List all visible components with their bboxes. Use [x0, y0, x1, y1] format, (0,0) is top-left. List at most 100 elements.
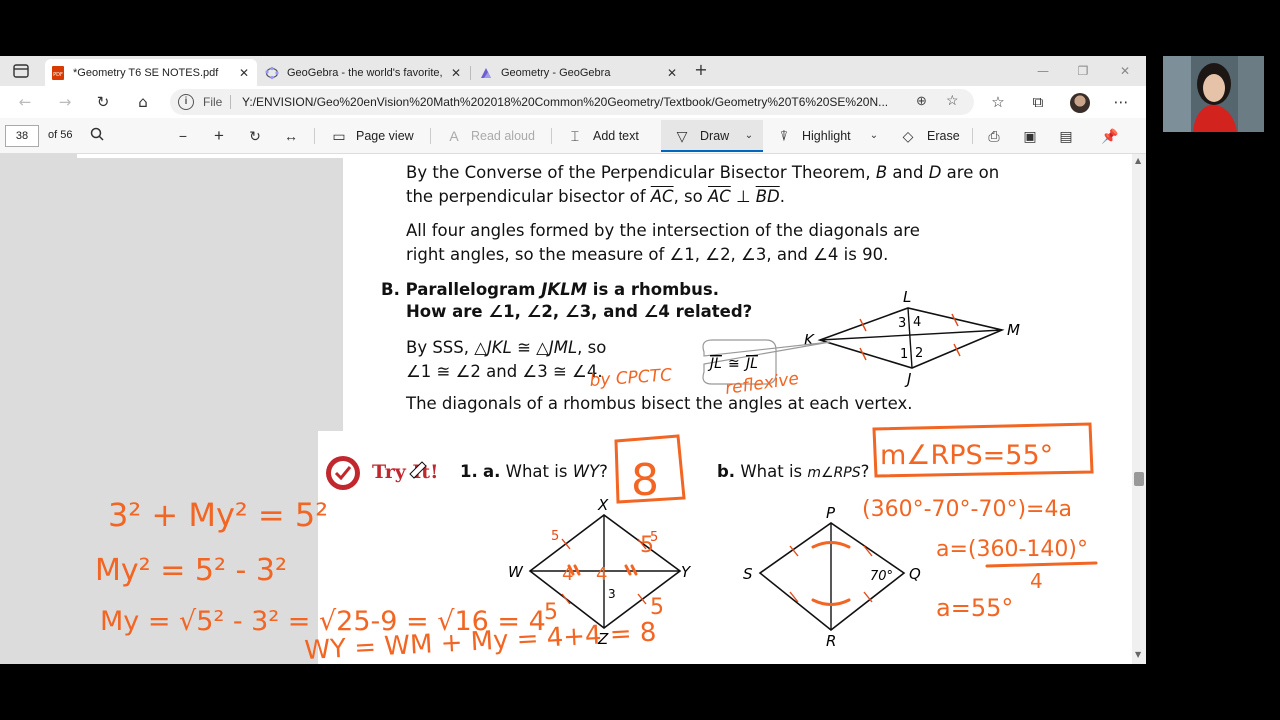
tab-geogebra[interactable]: GeoGebra - the world's favorite, ✕ [259, 59, 469, 86]
new-tab-icon[interactable]: + [692, 61, 710, 79]
tab-actions-icon[interactable] [10, 61, 32, 81]
add-text-icon[interactable]: ⌶ [566, 127, 584, 145]
add-favorite-icon[interactable]: ☆ [946, 92, 959, 109]
vertex-label-w: W [508, 563, 524, 581]
screen: PDF *Geometry T6 SE NOTES.pdf ✕ GeoGebra… [0, 0, 1280, 720]
page-view-icon[interactable]: ▭ [330, 127, 348, 145]
more-menu-icon[interactable]: ⋯ [1112, 93, 1130, 111]
vertical-scrollbar[interactable]: ▲ ▼ [1132, 154, 1146, 664]
zoom-out-icon[interactable]: − [174, 127, 192, 145]
fit-page-icon[interactable]: ↔ [282, 127, 300, 145]
home-icon[interactable]: ⌂ [134, 93, 152, 111]
refresh-icon[interactable]: ↻ [94, 93, 112, 111]
save-as-icon[interactable]: ▤ [1057, 127, 1075, 145]
erase-button[interactable]: Erase [927, 129, 960, 143]
tab-geometry-geogebra[interactable]: Geometry - GeoGebra ✕ [473, 59, 685, 86]
side-label-5: 5 [551, 529, 559, 544]
page-total: of 56 [48, 129, 73, 141]
ink-rps-eq2-denominator: 4 [1030, 569, 1043, 593]
highlight-button[interactable]: Highlight [802, 129, 851, 143]
maximize-icon[interactable]: ❐ [1068, 60, 1098, 82]
ink-rps-eq3: a=55° [936, 594, 1013, 622]
callout-congruent: ≅ [728, 356, 740, 372]
webcam-feed [1163, 56, 1264, 132]
close-tab-icon[interactable]: ✕ [665, 66, 679, 80]
tab-divider [470, 66, 471, 80]
vertex-label-x: X [597, 496, 609, 514]
page-view-button[interactable]: Page view [356, 129, 414, 143]
tab-title: GeoGebra - the world's favorite, [287, 66, 443, 79]
ink-rps-eq2: a=(360-140)° [936, 537, 1088, 562]
angle-label-70: 70° [870, 569, 893, 584]
vertex-label-s: S [743, 565, 753, 583]
tab-title: Geometry - GeoGebra [501, 66, 611, 79]
minimize-icon[interactable]: — [1028, 60, 1058, 82]
highlight-icon[interactable]: ⍒ [775, 127, 793, 145]
angle-label-2: 2 [915, 346, 923, 361]
search-icon[interactable] [88, 127, 106, 145]
ink-hash-4a: 4 [562, 564, 573, 585]
close-tab-icon[interactable]: ✕ [237, 66, 251, 80]
geogebra-icon [265, 66, 279, 80]
close-window-icon[interactable]: ✕ [1110, 60, 1140, 82]
url-scheme: File [203, 95, 223, 109]
pdf-toolbar: 38 of 56 − + ↻ ↔ ▭ Page view A Read alou… [0, 118, 1146, 154]
chevron-down-icon[interactable]: ⌄ [740, 127, 758, 145]
callout-jl-1: JL [707, 356, 722, 372]
geogebra-geometry-icon [479, 66, 493, 80]
back-icon[interactable]: ← [16, 93, 34, 111]
vertex-label-l: L [903, 288, 911, 306]
print-icon[interactable]: ⎙ [985, 127, 1003, 145]
vertex-label-j: J [904, 370, 911, 388]
toolbar-divider [551, 128, 552, 144]
ink-eq1: 3² + My² = 5² [108, 496, 328, 534]
scroll-down-icon[interactable]: ▼ [1135, 650, 1141, 659]
pdf-icon: PDF [51, 65, 65, 80]
scroll-up-icon[interactable]: ▲ [1135, 156, 1141, 165]
read-aloud-icon[interactable]: A [445, 127, 463, 145]
url-text: Y:/ENVISION/Geo%20enVision%20Math%202018… [242, 95, 889, 109]
pen-cursor-icon [409, 461, 427, 479]
ink-eq2: My² = 5² - 3² [95, 553, 287, 588]
omnibox-divider [230, 95, 231, 109]
page-number-input[interactable]: 38 [5, 125, 39, 147]
info-icon[interactable]: i [178, 94, 194, 110]
toolbar-divider [972, 128, 973, 144]
rotate-icon[interactable]: ↻ [246, 127, 264, 145]
add-text-button[interactable]: Add text [593, 129, 639, 143]
address-input[interactable]: i File Y:/ENVISION/Geo%20enVision%20Math… [170, 89, 974, 115]
pdf-viewer: ▲ ▼ By the Converse of the Perpendicular… [0, 154, 1146, 664]
angle-label-4: 4 [913, 315, 921, 330]
vertex-label-q: Q [909, 565, 921, 583]
toolbar-divider [314, 128, 315, 144]
read-aloud-button[interactable]: Read aloud [471, 129, 535, 143]
draw-pen-icon: ▽ [676, 128, 688, 144]
zoom-icon[interactable]: ⊕ [916, 93, 927, 109]
rhombus-jklm: L K M J 3 4 1 2 [804, 288, 1020, 388]
forward-icon[interactable]: → [56, 93, 74, 111]
collections-icon[interactable]: ⧉ [1029, 93, 1047, 111]
vertex-label-m: M [1007, 321, 1020, 339]
address-bar-row: ← → ↻ ⌂ i File Y:/ENVISION/Geo%20enVisio… [0, 86, 1146, 118]
tab-strip: PDF *Geometry T6 SE NOTES.pdf ✕ GeoGebra… [0, 56, 1146, 86]
ink-5-bottom-left: 5 [544, 600, 558, 625]
favorites-icon[interactable]: ☆ [989, 93, 1007, 111]
vertex-label-p: P [826, 504, 836, 522]
svg-text:PDF: PDF [53, 72, 63, 78]
eraser-icon[interactable]: ◇ [899, 127, 917, 145]
ink-5-right: 5 [640, 533, 654, 558]
pin-icon[interactable]: 📌 [1101, 127, 1119, 145]
zoom-in-icon[interactable]: + [210, 127, 228, 145]
toolbar-divider [430, 128, 431, 144]
save-icon[interactable]: ▣ [1021, 127, 1039, 145]
diagram-and-ink-layer: L K M J 3 4 1 2 JL ≅ JL X W Y Z 5 5 3 P … [95, 288, 1098, 664]
segment-label-3: 3 [608, 587, 616, 601]
ink-rps-eq1: (360°-70°-70°)=4a [862, 497, 1072, 522]
chevron-down-icon[interactable]: ⌄ [865, 127, 883, 145]
profile-avatar[interactable] [1070, 93, 1090, 113]
scroll-thumb[interactable] [1134, 472, 1144, 486]
ink-cpctc: by CPCTC [589, 365, 673, 391]
tab-geometry-notes[interactable]: PDF *Geometry T6 SE NOTES.pdf ✕ [45, 59, 257, 86]
ink-hash-4b: 4 [596, 564, 607, 585]
close-tab-icon[interactable]: ✕ [449, 66, 463, 80]
